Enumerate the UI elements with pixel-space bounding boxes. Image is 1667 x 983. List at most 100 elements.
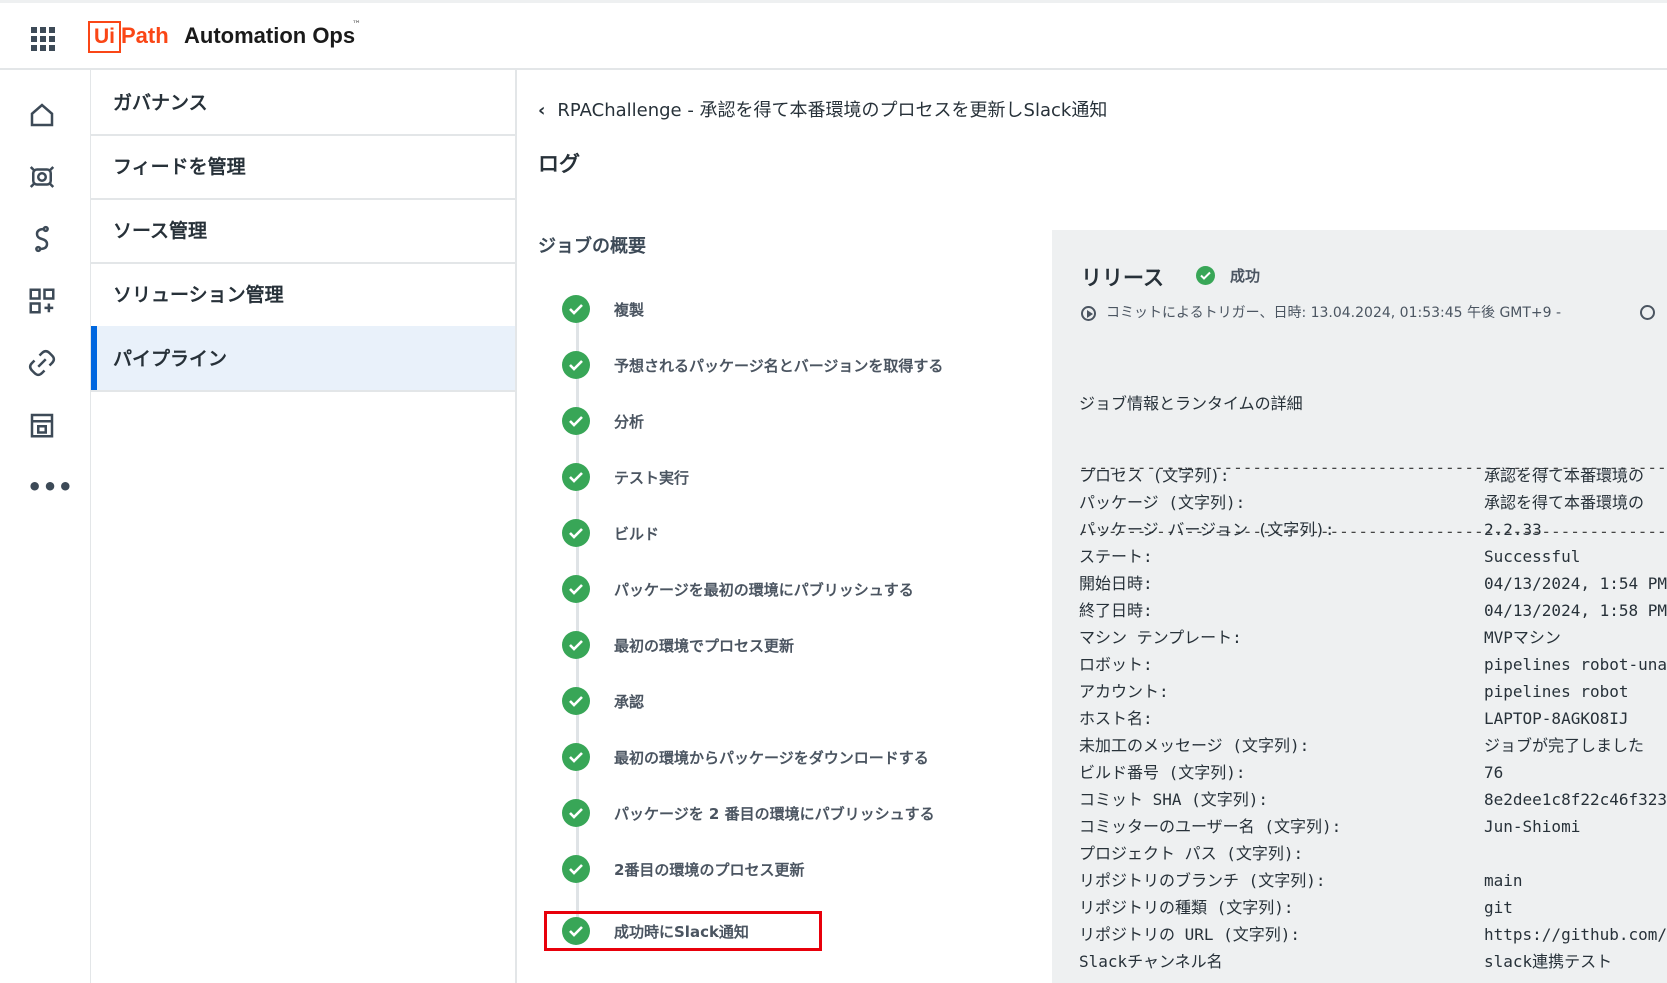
app-switcher-icon[interactable] [31,27,55,51]
icon-rail: ••• [0,70,92,983]
detail-row: ステート: Successful [1079,543,1667,570]
nav-item-pipelines[interactable]: パイプライン [91,326,515,392]
detail-row: プロジェクト パス (文字列): [1079,840,1667,867]
dashboard-add-icon[interactable] [27,286,61,320]
detail-value: ジョブが完了しました [1484,736,1645,755]
detail-row: プロセス (文字列): 承認を得て本番環境の [1079,462,1667,489]
detail-value: 8e2dee1c8f22c46f323 [1484,790,1667,809]
detail-row: Slackチャンネル名 slack連携テスト [1079,948,1667,975]
detail-value: LAPTOP-8AGKO8IJ [1484,709,1629,728]
detail-row: アカウント: pipelines robot [1079,678,1667,705]
check-circle-icon [562,519,590,547]
job-summary-title: ジョブの概要 [538,236,646,257]
building-icon[interactable] [27,410,61,444]
back-link-label: RPAChallenge - 承認を得て本番環境のプロセスを更新しSlack通知 [557,100,1108,121]
detail-key: プロセス (文字列): [1079,466,1230,485]
detail-row: ロボット: pipelines robot-una [1079,651,1667,678]
step-label: ビルド [614,525,660,543]
step-label: 最初の環境からパッケージをダウンロードする [614,749,929,767]
top-edge [0,0,1667,3]
detail-value: 承認を得て本番環境の [1484,466,1645,485]
nav-item-label: ソリューション管理 [113,284,284,306]
steps-timeline [576,310,579,922]
detail-value: slack連携テスト [1484,952,1613,971]
detail-row: リポジトリの種類 (文字列): git [1079,894,1667,921]
detail-value: 承認を得て本番環境の [1484,493,1645,512]
check-circle-icon [562,295,590,323]
detail-key: コミット SHA (文字列): [1079,790,1269,809]
step-label: パッケージを 2 番目の環境にパブリッシュする [614,805,935,823]
detail-key: ロボット: [1079,655,1153,674]
step-label: 複製 [614,301,645,319]
detail-row: マシン テンプレート: MVPマシン [1079,624,1667,651]
highlight-box [544,911,822,951]
check-circle-icon [562,351,590,379]
nav-item-manage-feeds[interactable]: フィードを管理 [91,134,515,200]
more-icon[interactable]: ••• [27,470,73,504]
detail-row: コミッターのユーザー名 (文字列): Jun-Shiomi [1079,813,1667,840]
step-label: 予想されるパッケージ名とバージョンを取得する [614,357,944,375]
check-circle-icon [562,743,590,771]
nav-item-label: ガバナンス [113,92,208,114]
detail-key: ホスト名: [1079,709,1153,728]
detail-value: 2.2.33 [1484,520,1542,539]
detail-key: リポジトリの URL (文字列): [1079,925,1301,944]
chevron-left-icon: ‹ [538,100,546,121]
detail-value: MVPマシン [1484,628,1561,647]
side-nav: ガバナンス フィードを管理 ソース管理 ソリューション管理 パイプライン [91,70,517,983]
product-name: Automation Ops [184,23,356,48]
step-label: テスト実行 [614,469,690,487]
check-circle-icon [562,687,590,715]
detail-key: ステート: [1079,547,1153,566]
detail-row: ビルド番号 (文字列): 76 [1079,759,1667,786]
detail-row: コミット SHA (文字列): 8e2dee1c8f22c46f323 [1079,786,1667,813]
source-icon[interactable] [27,224,61,258]
detail-value: 04/13/2024, 1:54 PM [1484,574,1667,593]
back-link[interactable]: ‹ RPAChallenge - 承認を得て本番環境のプロセスを更新しSlack通… [538,96,1107,122]
detail-row: ホスト名: LAPTOP-8AGKO8IJ [1079,705,1667,732]
clock-icon [1640,305,1655,320]
detail-value: Successful [1484,547,1581,566]
nav-item-label: ソース管理 [113,220,208,242]
home-icon[interactable] [27,100,61,134]
detail-key: プロジェクト パス (文字列): [1079,844,1304,863]
link-icon[interactable] [27,348,61,382]
detail-value: 04/13/2024, 1:58 PM [1484,601,1667,620]
detail-value: 76 [1484,763,1504,782]
detail-key: リポジトリのブランチ (文字列): [1079,871,1326,890]
detail-row: 開始日時: 04/13/2024, 1:54 PM [1079,570,1667,597]
check-circle-icon [562,575,590,603]
step-label: パッケージを最初の環境にパブリッシュする [614,581,914,599]
detail-key: 終了日時: [1079,601,1153,620]
step-label: 最初の環境でプロセス更新 [614,637,795,655]
nav-item-solution-management[interactable]: ソリューション管理 [91,262,515,328]
nav-item-governance[interactable]: ガバナンス [91,70,515,136]
detail-value: git [1484,898,1513,917]
job-details: プロセス (文字列): 承認を得て本番環境の パッケージ (文字列): 承認を得て本… [1079,462,1667,975]
uipath-logo-ui: Ui [88,21,121,53]
nav-item-source-control[interactable]: ソース管理 [91,198,515,264]
step-label: 2番目の環境のプロセス更新 [614,861,805,879]
nav-item-label: パイプライン [113,348,228,370]
check-circle-icon [562,855,590,883]
play-circle-icon [1081,305,1096,321]
nav-item-label: フィードを管理 [113,156,246,178]
check-circle-icon [562,463,590,491]
check-circle-icon [562,407,590,435]
detail-key: アカウント: [1079,682,1169,701]
release-panel: リリース 成功 コミットによるトリガー、日時: 13.04.2024, 01:5… [1052,230,1667,983]
uipath-logo-path: Path [121,23,169,48]
sensor-icon[interactable] [27,162,61,196]
detail-row: リポジトリのブランチ (文字列): main [1079,867,1667,894]
detail-key: 未加工のメッセージ (文字列): [1079,736,1310,755]
detail-key: コミッターのユーザー名 (文字列): [1079,817,1342,836]
trademark: ™ [352,20,361,30]
detail-value: https://github.com/ [1484,925,1667,944]
detail-key: リポジトリの種類 (文字列): [1079,898,1294,917]
detail-row: 終了日時: 04/13/2024, 1:58 PM [1079,597,1667,624]
detail-key: パッケージ (文字列): [1079,493,1246,512]
detail-value: pipelines robot-una [1484,655,1667,674]
step-label: 承認 [614,693,645,711]
release-title: リリース [1081,266,1164,290]
check-circle-icon [562,631,590,659]
